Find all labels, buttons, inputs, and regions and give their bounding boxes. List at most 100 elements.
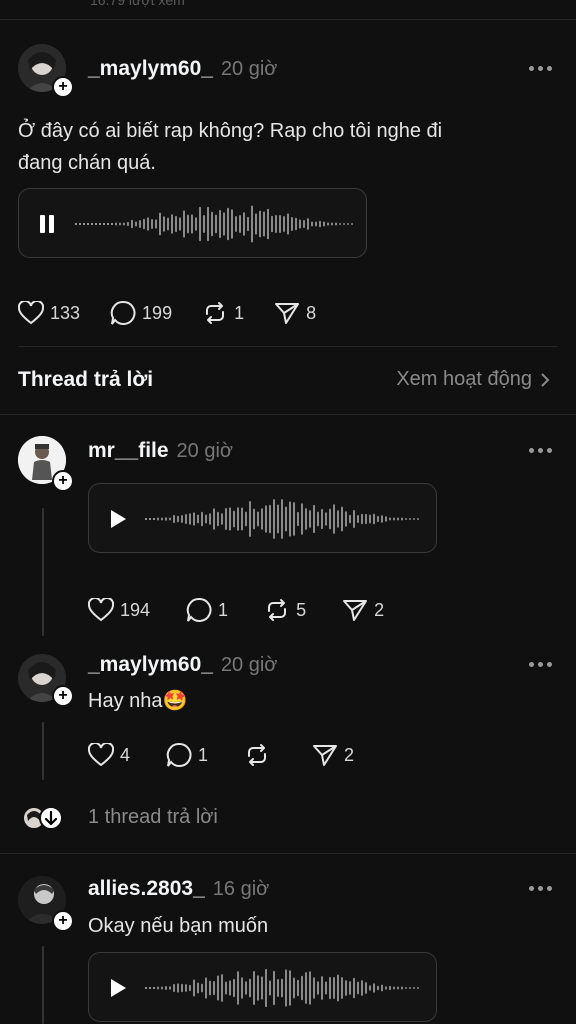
thread-line — [42, 946, 44, 1024]
share-button[interactable]: 2 — [342, 598, 384, 622]
waveform-bar — [103, 223, 105, 225]
waveform-bar — [291, 217, 293, 231]
waveform-bar — [241, 977, 243, 999]
waveform-bar — [397, 986, 399, 990]
reply-actions: 194 1 5 2 — [88, 597, 384, 623]
waveform-bar — [241, 507, 243, 531]
waveform-bar — [237, 971, 239, 1005]
post-text-line-2: đang chán quá. — [18, 152, 156, 174]
more-options-icon[interactable] — [529, 448, 552, 453]
repost-button[interactable]: 1 — [202, 301, 244, 325]
waveform-bar — [119, 222, 121, 226]
waveform-bar — [265, 968, 267, 1008]
heart-icon — [88, 743, 114, 767]
like-button[interactable]: 133 — [18, 301, 80, 325]
waveform-bar — [239, 214, 241, 234]
waveform-bar — [311, 221, 313, 227]
username[interactable]: _maylym60_ — [88, 57, 213, 81]
waveform-bar — [339, 223, 341, 225]
waveform-bar — [393, 986, 395, 990]
timestamp: 20 giờ — [220, 654, 278, 676]
audio-player[interactable] — [88, 952, 437, 1022]
waveform-bar — [177, 983, 179, 993]
waveform-bar — [169, 986, 171, 990]
waveform-bar — [315, 221, 317, 227]
waveform-bar — [373, 983, 375, 993]
chevron-right-icon — [541, 372, 550, 387]
waveform-bar — [205, 514, 207, 524]
post-text-line-1: Ở đây có ai biết rap không? Rap cho tôi … — [18, 120, 443, 142]
waveform-bar — [405, 987, 407, 989]
waveform-bar — [183, 210, 185, 238]
share-button[interactable]: 8 — [274, 301, 316, 325]
play-icon[interactable] — [109, 509, 127, 529]
like-button[interactable]: 194 — [88, 598, 150, 622]
waveform-bar — [211, 211, 213, 237]
waveform-bar — [333, 977, 335, 999]
waveform-bar — [263, 211, 265, 237]
waveform-bar — [369, 514, 371, 524]
waveform-bar — [271, 215, 273, 233]
like-button[interactable]: 4 — [88, 743, 130, 767]
waveform-bar — [209, 980, 211, 996]
post-header: _maylym60_ 20 giờ — [88, 57, 277, 81]
more-options-icon[interactable] — [529, 886, 552, 891]
reply-header: _maylym60_ 20 giờ — [88, 653, 277, 677]
play-icon[interactable] — [109, 978, 127, 998]
more-options-icon[interactable] — [529, 662, 552, 667]
reply-header: mr__file 20 giờ — [88, 439, 233, 463]
waveform-bar — [225, 507, 227, 531]
waveform-bar — [389, 517, 391, 521]
divider — [0, 19, 576, 20]
username[interactable]: _maylym60_ — [88, 653, 213, 677]
username[interactable]: mr__file — [88, 439, 169, 463]
thread-line — [42, 722, 44, 780]
view-activity-link[interactable]: Xem hoạt động — [396, 368, 550, 391]
waveform-bar — [305, 508, 307, 530]
waveform-bar — [173, 984, 175, 992]
waveform-bar — [249, 500, 251, 538]
pause-icon[interactable] — [39, 214, 55, 234]
waveform-bar — [329, 976, 331, 1000]
waveform-bar — [243, 212, 245, 236]
audio-waveform[interactable] — [145, 496, 423, 542]
follow-plus-icon[interactable]: + — [52, 685, 74, 707]
thread-replies-link[interactable]: 1 thread trả lời — [88, 806, 218, 829]
waveform-bar — [281, 978, 283, 998]
waveform-bar — [289, 501, 291, 537]
waveform-bar — [321, 508, 323, 530]
comment-icon — [186, 597, 212, 622]
repost-button[interactable] — [244, 743, 276, 767]
more-options-icon[interactable] — [529, 66, 552, 71]
waveform-bar — [193, 979, 195, 997]
audio-player[interactable] — [88, 483, 437, 553]
audio-waveform[interactable] — [145, 965, 423, 1011]
waveform-bar — [277, 979, 279, 997]
follow-plus-icon[interactable]: + — [52, 470, 74, 492]
waveform-bar — [237, 507, 239, 531]
waveform-bar — [381, 984, 383, 992]
audio-waveform[interactable] — [75, 201, 355, 247]
share-button[interactable]: 2 — [312, 743, 354, 767]
comment-button[interactable]: 199 — [110, 300, 172, 326]
waveform-bar — [201, 983, 203, 993]
send-icon — [343, 600, 368, 621]
waveform-bar — [235, 215, 237, 233]
waveform-bar — [369, 985, 371, 991]
waveform-bar — [95, 223, 97, 225]
waveform-bar — [341, 506, 343, 532]
waveform-bar — [397, 517, 399, 521]
waveform-bar — [207, 206, 209, 242]
comment-button[interactable]: 1 — [186, 597, 228, 623]
follow-plus-icon[interactable]: + — [52, 910, 74, 932]
repost-button[interactable]: 5 — [264, 598, 306, 622]
waveform-bar — [123, 222, 125, 226]
waveform-bar — [257, 511, 259, 527]
waveform-bar — [201, 511, 203, 527]
waveform-bar — [163, 216, 165, 232]
reply-avatars[interactable] — [22, 805, 66, 831]
follow-plus-icon[interactable]: + — [52, 76, 74, 98]
audio-player[interactable] — [18, 188, 367, 258]
comment-button[interactable]: 1 — [166, 742, 208, 768]
username[interactable]: allies.2803_ — [88, 877, 205, 901]
